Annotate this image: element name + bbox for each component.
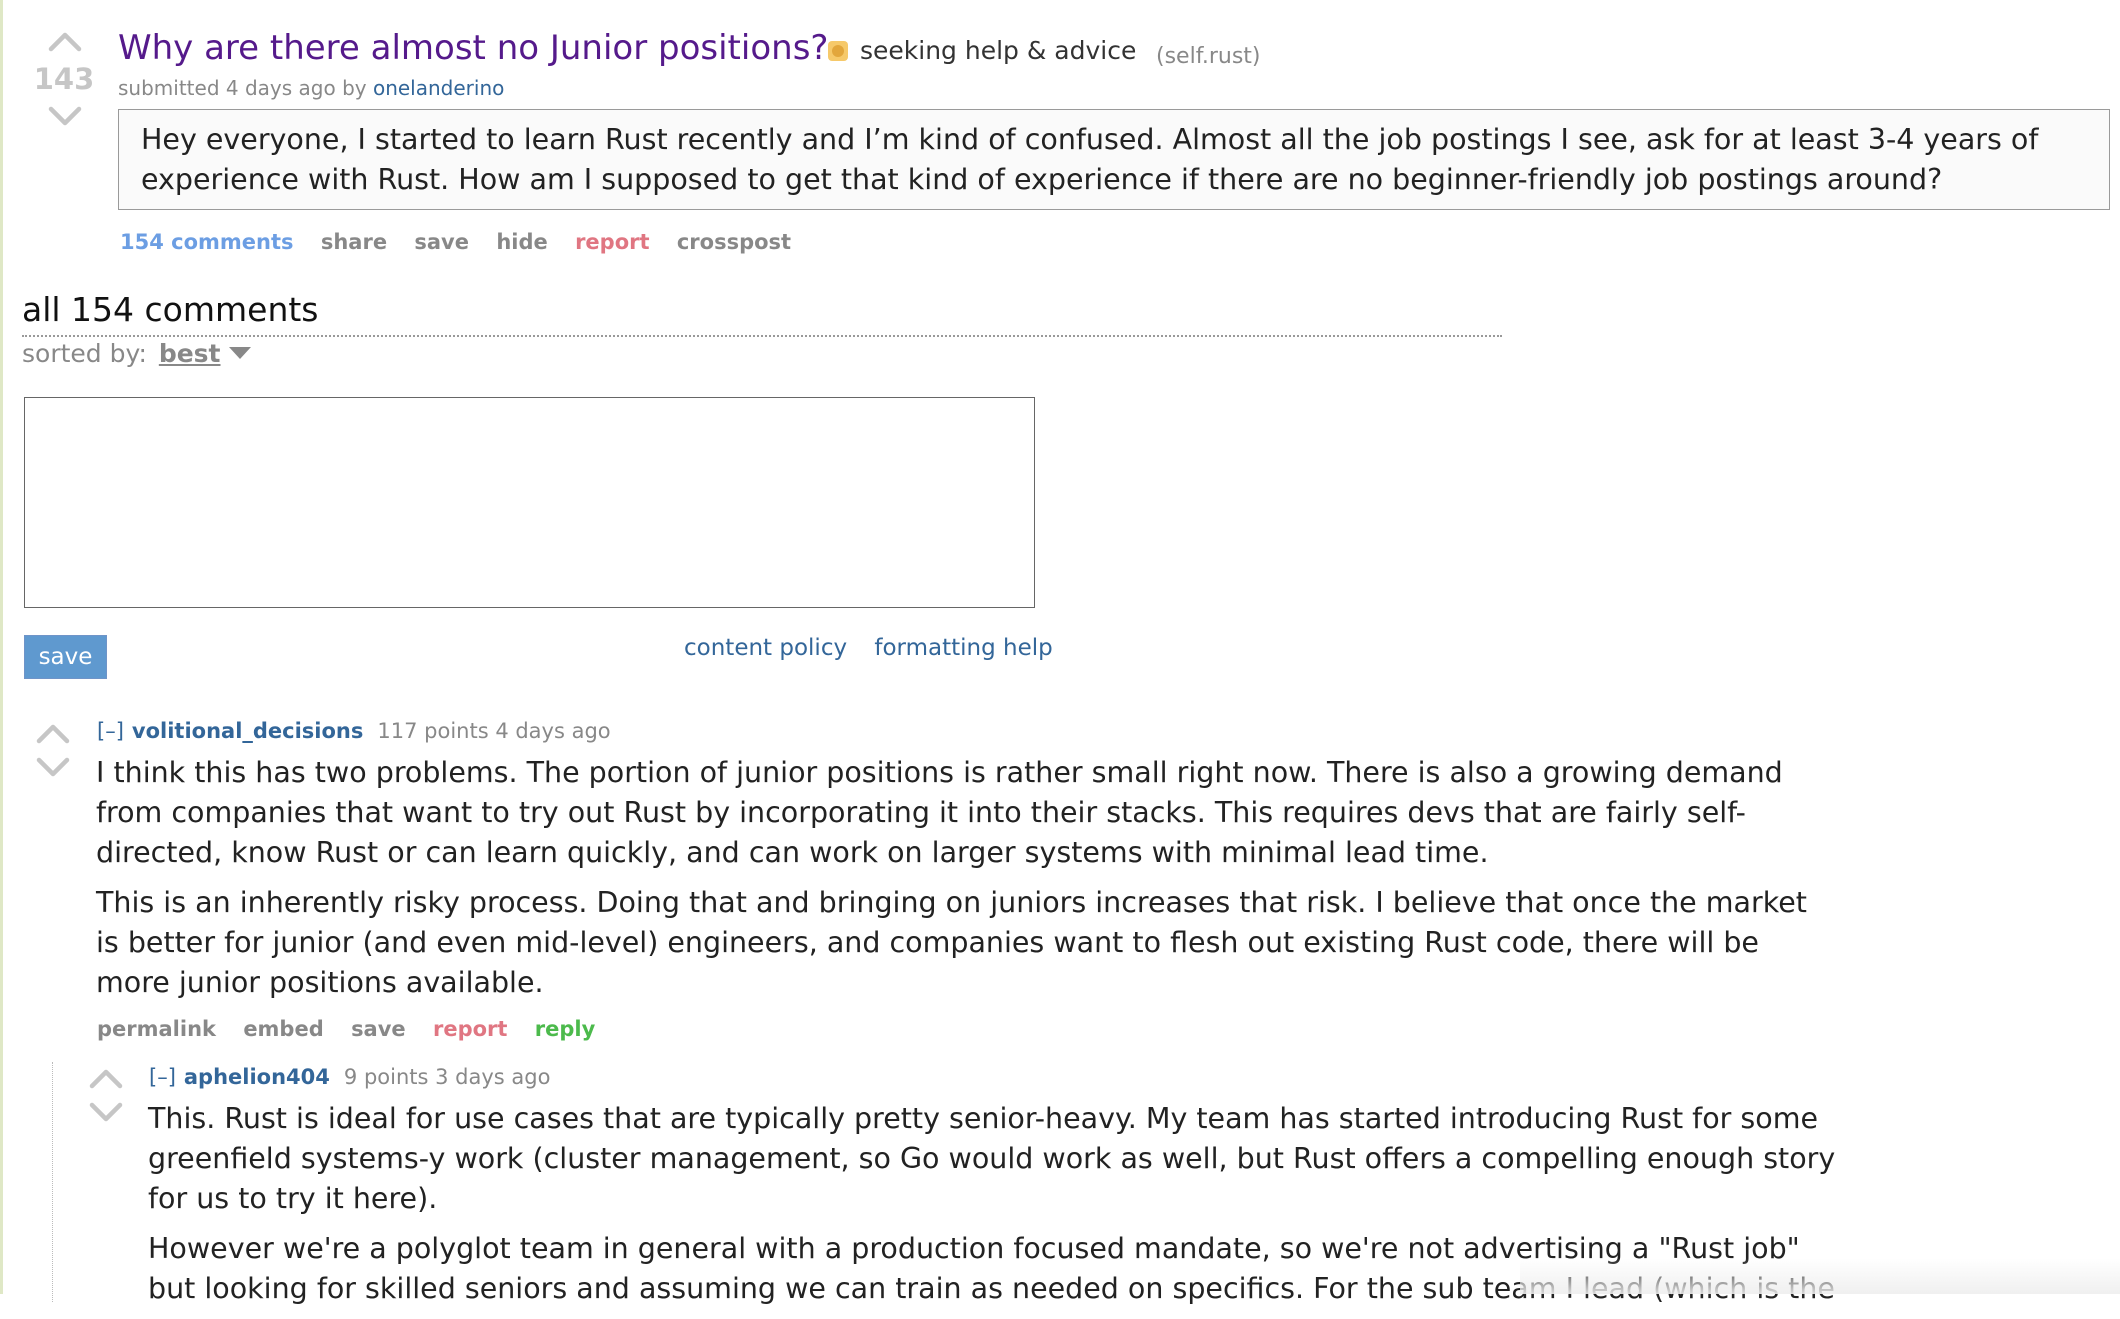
post-title[interactable]: Why are there almost no Junior positions…	[118, 28, 828, 68]
submitted-text: submitted 4 days ago by	[118, 76, 367, 100]
reply-upvote-arrow-icon[interactable]	[89, 1067, 123, 1093]
comment-box-links: content policy formatting help	[684, 635, 1073, 661]
comment-author-link[interactable]: volitional_decisions	[132, 719, 364, 743]
comment-report-link[interactable]: report	[433, 1017, 507, 1041]
report-link[interactable]: report	[575, 230, 649, 254]
reply-meta: [–] aphelion404 9 points 3 days ago	[149, 1065, 550, 1089]
window-edge-shadow	[1520, 1258, 2120, 1294]
permalink-link[interactable]: permalink	[97, 1017, 216, 1041]
comment-downvote-arrow-icon[interactable]	[36, 757, 70, 783]
comment-paragraph: I think this has two problems. The porti…	[96, 756, 1783, 869]
post-score: 143	[33, 62, 95, 96]
reply-collapse-toggle[interactable]: [–]	[149, 1065, 176, 1089]
comment-meta: [–] volitional_decisions 117 points 4 days…	[97, 719, 611, 743]
comment-buttons: permalink embed save report reply	[97, 1017, 615, 1041]
comments-heading: all 154 comments	[22, 290, 319, 329]
sort-selector: sorted by: best	[22, 339, 251, 368]
flair-label: seeking help & advice	[860, 36, 1137, 65]
formatting-help-link[interactable]: formatting help	[874, 635, 1052, 661]
reply-paragraph: This. Rust is ideal for use cases that a…	[148, 1102, 1836, 1215]
downvote-arrow-icon[interactable]	[48, 106, 82, 132]
comment-upvote-arrow-icon[interactable]	[36, 722, 70, 748]
comment-points-age: 117 points 4 days ago	[377, 719, 611, 743]
reply-points-age: 9 points 3 days ago	[343, 1065, 551, 1089]
crosspost-link[interactable]: crosspost	[677, 230, 791, 254]
reply-link[interactable]: reply	[535, 1017, 596, 1041]
save-link[interactable]: save	[414, 230, 469, 254]
share-link[interactable]: share	[321, 230, 387, 254]
comment-body: I think this has two problems. The porti…	[96, 753, 1816, 1013]
save-button[interactable]: save	[24, 635, 107, 679]
reply-author-link[interactable]: aphelion404	[184, 1065, 330, 1089]
sorted-label: sorted by:	[22, 339, 147, 368]
reply-downvote-arrow-icon[interactable]	[89, 1102, 123, 1128]
thread-line	[52, 1062, 53, 1302]
post-flair: seeking help & advice	[828, 36, 1136, 65]
comments-divider	[22, 335, 1502, 337]
flair-emoji-icon	[828, 41, 848, 61]
content-policy-link[interactable]: content policy	[684, 635, 847, 661]
comment-textarea[interactable]	[24, 397, 1035, 608]
sort-value[interactable]: best	[159, 339, 221, 368]
chevron-down-icon[interactable]	[228, 347, 251, 359]
comment-save-link[interactable]: save	[351, 1017, 406, 1041]
post-selftext: Hey everyone, I started to learn Rust re…	[118, 109, 2110, 210]
post-tagline: submitted 4 days ago by onelanderino	[118, 76, 504, 100]
upvote-arrow-icon[interactable]	[48, 30, 82, 56]
hide-link[interactable]: hide	[496, 230, 547, 254]
comments-link[interactable]: 154 comments	[120, 230, 294, 254]
comment-paragraph: This is an inherently risky process. Doi…	[96, 886, 1807, 999]
collapse-toggle[interactable]: [–]	[97, 719, 124, 743]
post-buttons: 154 comments share save hide report cros…	[120, 230, 811, 254]
embed-link[interactable]: embed	[243, 1017, 323, 1041]
post-author-link[interactable]: onelanderino	[373, 76, 504, 100]
left-edge-strip	[0, 0, 3, 1294]
post-domain[interactable]: (self.rust)	[1156, 44, 1261, 69]
